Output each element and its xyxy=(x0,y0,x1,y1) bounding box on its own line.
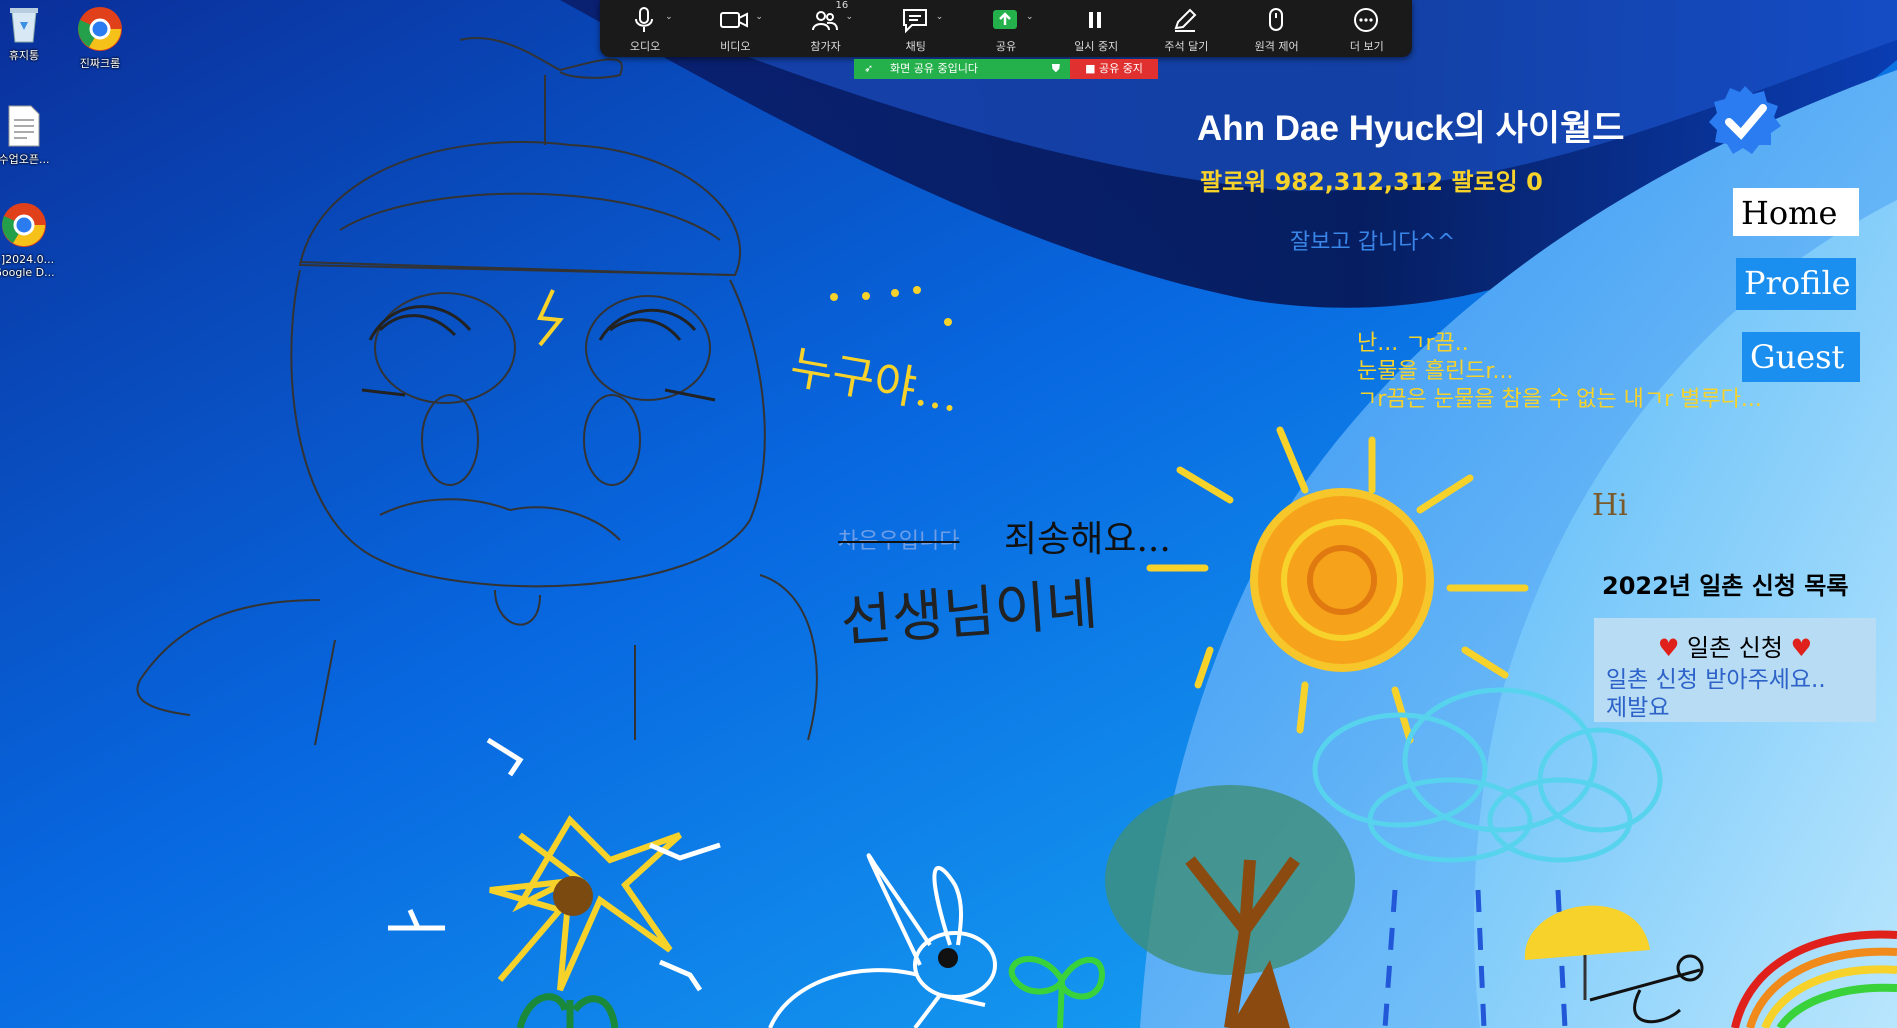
desktop-icon-label: 휴지통 xyxy=(8,49,40,62)
microphone-icon xyxy=(635,7,654,32)
document-file-icon xyxy=(8,105,40,147)
desktop-icon-chrome-shortcut[interactable]: 1]2024.0... Google D... xyxy=(0,202,64,279)
screen-share-status-bar: ➶ 화면 공유 중입니다 ⛊ ■ 공유 중지 xyxy=(854,59,1158,79)
page-title: Ahn Dae Hyuck의 사이월드 xyxy=(1197,109,1625,148)
audio-label: 오디오 xyxy=(629,40,661,53)
nav-guest-label: Guest xyxy=(1750,338,1845,376)
poem-line: 눈물을 흘린드r... xyxy=(1357,359,1514,384)
annotate-button[interactable]: 주석 달기 xyxy=(1144,0,1228,57)
friend-request-list-title: 2022년 일촌 신청 목록 xyxy=(1602,572,1849,600)
stop-square-icon: ■ xyxy=(1085,62,1099,75)
shield-icon: ⛊ xyxy=(1051,62,1060,75)
more-label: 더 보기 xyxy=(1349,40,1384,53)
desktop-icon-recycle-bin[interactable]: 휴지통 xyxy=(0,4,64,62)
share-screen-icon xyxy=(992,10,1017,29)
pin-icon: ➶ xyxy=(864,62,874,75)
mouse-icon xyxy=(1268,8,1283,31)
verified-badge-icon xyxy=(1709,86,1781,154)
nav-home-label: Home xyxy=(1741,194,1838,232)
chrome-icon xyxy=(2,203,46,247)
participants-label: 참가자 xyxy=(810,40,841,53)
message-line: 제발요 xyxy=(1606,695,1670,721)
nav-profile-label: Profile xyxy=(1744,264,1851,302)
remote-control-button[interactable]: 원격 제어 xyxy=(1235,0,1319,57)
chat-icon xyxy=(902,9,927,34)
desktop-icon-browser[interactable]: 진짜크롬 xyxy=(60,6,140,70)
chat-button[interactable]: ⌄ 채팅 xyxy=(874,0,958,57)
stop-share-button[interactable]: ■ 공유 중지 xyxy=(1070,59,1158,79)
heart-icon: ♥ xyxy=(1657,634,1680,662)
sharing-status-text: 화면 공유 중입니다 xyxy=(890,62,978,75)
chevron-down-icon[interactable]: ⌄ xyxy=(665,12,673,22)
poem-line: ㄱr끔은 눈물을 참을 수 없는 내ㄱr 별루다... xyxy=(1357,387,1762,412)
chevron-down-icon[interactable]: ⌄ xyxy=(936,12,944,22)
sharing-indicator[interactable]: ➶ 화면 공유 중입니다 ⛊ xyxy=(854,59,1070,79)
video-label: 비디오 xyxy=(720,40,751,53)
share-label: 공유 xyxy=(995,40,1017,53)
friend-request-heading-text: 일촌 신청 xyxy=(1687,634,1783,662)
more-icon xyxy=(1353,8,1378,32)
video-button[interactable]: ⌄ 비디오 xyxy=(693,0,777,57)
handwritten-annotation: 죄송해요... xyxy=(1004,519,1171,560)
more-button[interactable]: 더 보기 xyxy=(1325,0,1409,57)
browser-icon xyxy=(78,7,122,51)
chevron-down-icon[interactable]: ⌄ xyxy=(755,12,763,22)
chevron-down-icon[interactable]: ⌄ xyxy=(846,12,854,22)
meeting-toolbar: ⌄ 오디오 ⌄ 비디오 16 ⌄ 참가자 ⌄ 채팅 ⌄ 공유 일시 중지 주석 … xyxy=(600,0,1412,57)
struck-through-text: 차은우입니다 xyxy=(838,529,960,554)
hi-annotation: Hi xyxy=(1592,488,1628,523)
friend-request-heading: ♥ 일촌 신청 ♥ xyxy=(1594,628,1876,663)
nav-profile-button[interactable]: Profile xyxy=(1736,258,1856,310)
desktop-icon-label: 진짜크롬 xyxy=(79,57,121,70)
annotate-pen-icon xyxy=(1174,8,1197,32)
annotate-label: 주석 달기 xyxy=(1164,40,1209,53)
participant-count: 16 xyxy=(835,0,849,11)
pause-label: 일시 중지 xyxy=(1074,40,1119,53)
desktop-icon-document[interactable]: 수업오픈... xyxy=(0,104,64,166)
stop-share-label: 공유 중지 xyxy=(1098,62,1143,75)
desktop-icon-label: 수업오픈... xyxy=(0,153,50,166)
share-button[interactable]: ⌄ 공유 xyxy=(964,0,1048,57)
status-poem: 난... ㄱr끔.. 눈물을 흘린드r... ㄱr끔은 눈물을 참을 수 없는 … xyxy=(1357,330,1762,414)
visitor-message: 잘보고 갑니다^^ xyxy=(1290,230,1456,255)
pause-icon xyxy=(1089,12,1102,28)
participants-button[interactable]: 16 ⌄ 참가자 xyxy=(784,0,868,57)
friend-request-card[interactable]: ♥ 일촌 신청 ♥ 일촌 신청 받아주세요.. 제발요 xyxy=(1594,618,1876,722)
friend-request-message: 일촌 신청 받아주세요.. 제발요 xyxy=(1606,666,1826,722)
pause-share-button[interactable]: 일시 중지 xyxy=(1054,0,1138,57)
recycle-bin-icon xyxy=(10,8,38,43)
chevron-down-icon[interactable]: ⌄ xyxy=(1026,12,1034,22)
poem-line: 난... ㄱr끔.. xyxy=(1357,331,1469,356)
heart-icon: ♥ xyxy=(1790,634,1813,662)
follow-stats: 팔로워 982,312,312 팔로잉 0 xyxy=(1200,168,1543,196)
audio-button[interactable]: ⌄ 오디오 xyxy=(603,0,687,57)
desktop-icon-label: Google D... xyxy=(0,266,55,279)
remote-control-label: 원격 제어 xyxy=(1254,40,1299,53)
video-camera-icon xyxy=(720,12,749,28)
message-line: 일촌 신청 받아주세요.. xyxy=(1606,667,1826,693)
chat-label: 채팅 xyxy=(905,40,926,53)
nav-home-button[interactable]: Home xyxy=(1733,188,1859,236)
desktop-icon-label: 1]2024.0... xyxy=(0,253,55,266)
